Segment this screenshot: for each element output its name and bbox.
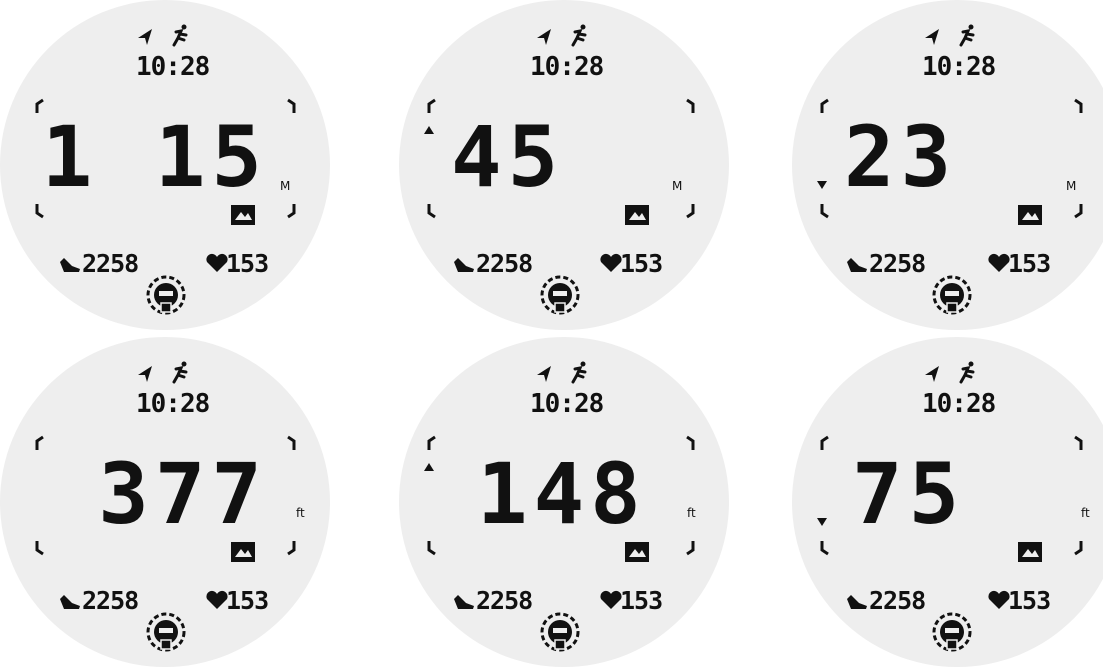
trend-down-icon (817, 518, 827, 526)
clock-time: 10:28 (530, 389, 604, 419)
lock-badge-icon (540, 612, 580, 652)
heart-rate: 153 (226, 249, 269, 278)
trend-up-icon (424, 463, 434, 471)
mountain-icon (625, 205, 649, 225)
steps-count: 2258 (82, 249, 139, 278)
unit-label: ft (296, 506, 305, 520)
clock-time: 10:28 (922, 389, 996, 419)
shoe-icon (847, 595, 867, 609)
lock-badge-icon (540, 275, 580, 315)
main-value: 45 (451, 108, 565, 206)
shoe-icon (454, 258, 474, 272)
steps-count: 2258 (869, 586, 926, 615)
navigation-arrow-icon (537, 29, 551, 45)
clock-time: 10:28 (136, 389, 210, 419)
heart-rate: 153 (620, 249, 663, 278)
steps-count: 2258 (869, 249, 926, 278)
running-icon (571, 24, 587, 47)
running-icon (959, 24, 975, 47)
clock-time: 10:28 (530, 52, 604, 82)
heart-rate: 153 (1008, 586, 1051, 615)
watch-face-3: 10:28 23 M 2258 153 (792, 0, 1103, 330)
watch-face-6: 10:28 75 ft 2258 153 (792, 337, 1103, 667)
heart-rate: 153 (226, 586, 269, 615)
heart-rate: 153 (620, 586, 663, 615)
watch-face-4: 10:28 377 ft 2258 153 (0, 337, 330, 667)
lock-badge-icon (146, 275, 186, 315)
main-value: 75 (852, 445, 966, 543)
unit-label: ft (1081, 506, 1090, 520)
main-value: 377 (98, 445, 268, 543)
running-icon (172, 361, 188, 384)
clock-time: 10:28 (922, 52, 996, 82)
mountain-icon (625, 542, 649, 562)
unit-label: M (1066, 179, 1077, 193)
steps-count: 2258 (476, 586, 533, 615)
clock-time: 10:28 (136, 52, 210, 82)
running-icon (959, 361, 975, 384)
heart-rate: 153 (1008, 249, 1051, 278)
navigation-arrow-icon (537, 366, 551, 382)
trend-up-icon (424, 126, 434, 134)
heart-icon (988, 253, 1010, 272)
navigation-arrow-icon (925, 29, 939, 45)
watch-face-2: 10:28 45 M 2258 153 (399, 0, 729, 330)
mountain-icon (1018, 542, 1042, 562)
steps-count: 2258 (476, 249, 533, 278)
watch-face-1: 10:28 1 15 M 2258 153 (0, 0, 330, 330)
running-icon (172, 24, 188, 47)
main-value: 23 (844, 108, 958, 206)
mountain-icon (231, 205, 255, 225)
heart-icon (600, 253, 622, 272)
unit-label: ft (687, 506, 696, 520)
running-icon (571, 361, 587, 384)
main-value: 1 15 (41, 108, 268, 206)
shoe-icon (454, 595, 474, 609)
heart-icon (206, 253, 228, 272)
unit-label: M (672, 179, 683, 193)
heart-icon (600, 590, 622, 609)
shoe-icon (60, 258, 80, 272)
shoe-icon (60, 595, 80, 609)
watch-face-5: 10:28 148 ft 2258 153 (399, 337, 729, 667)
steps-count: 2258 (82, 586, 139, 615)
main-value: 148 (477, 445, 647, 543)
unit-label: M (280, 179, 291, 193)
heart-icon (206, 590, 228, 609)
mountain-icon (231, 542, 255, 562)
lock-badge-icon (932, 275, 972, 315)
lock-badge-icon (932, 612, 972, 652)
lock-badge-icon (146, 612, 186, 652)
trend-down-icon (817, 181, 827, 189)
navigation-arrow-icon (138, 29, 152, 45)
navigation-arrow-icon (925, 366, 939, 382)
heart-icon (988, 590, 1010, 609)
navigation-arrow-icon (138, 366, 152, 382)
shoe-icon (847, 258, 867, 272)
mountain-icon (1018, 205, 1042, 225)
